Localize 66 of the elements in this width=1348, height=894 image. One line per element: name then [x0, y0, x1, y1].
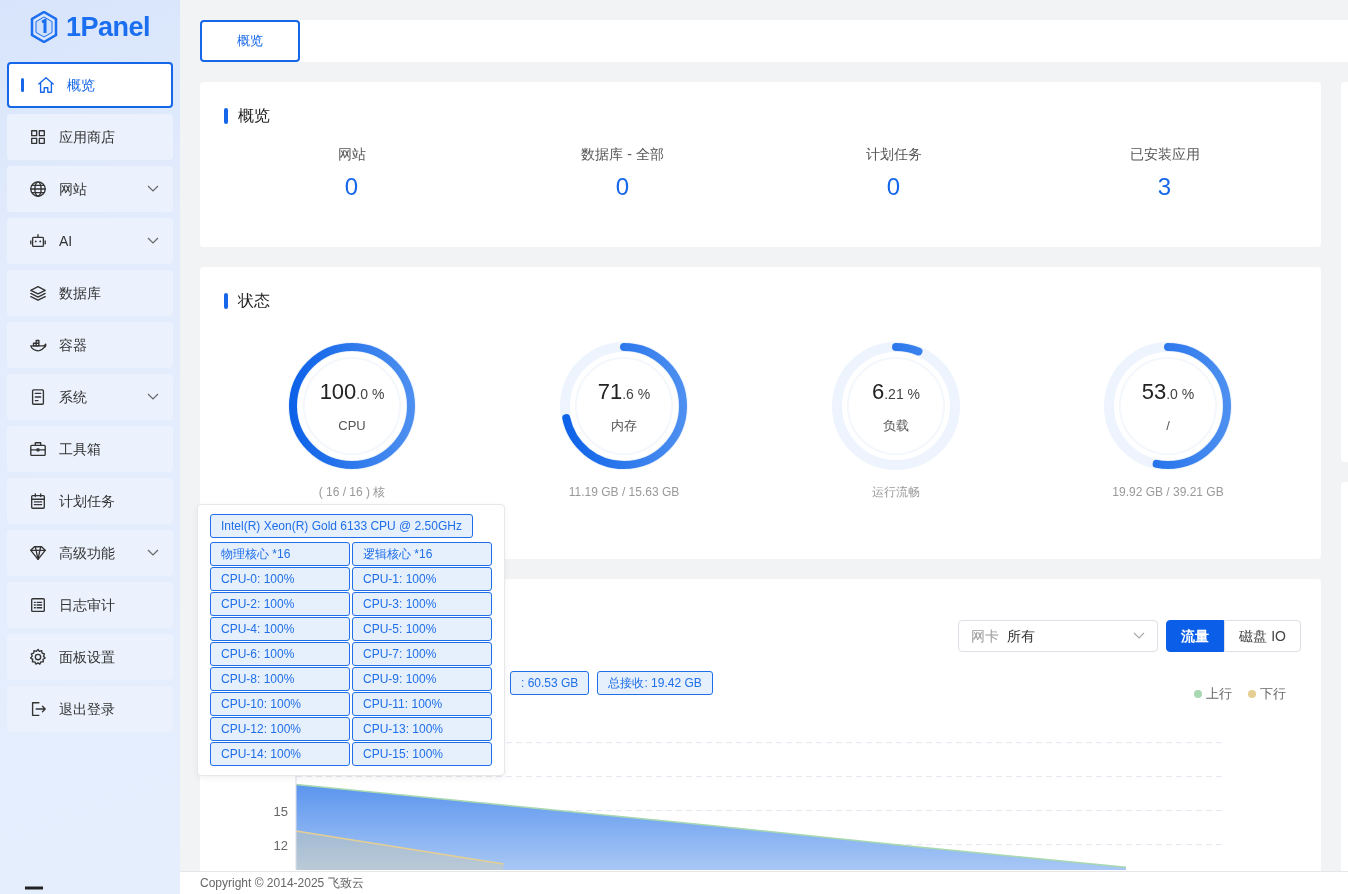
stat-value[interactable]: 0	[344, 169, 359, 205]
cpu-core-tag: CPU-10: 100%	[210, 692, 350, 716]
cpu-core-tag: CPU-12: 100%	[210, 717, 350, 741]
gauge-label: 内存	[610, 417, 638, 435]
legend-label[interactable]: 下行	[1260, 684, 1286, 704]
gauge-value: 71.6 %	[597, 378, 651, 406]
stat-value[interactable]: 0	[615, 169, 630, 205]
gauge-detail: ( 16 / 16 ) 核	[318, 484, 386, 501]
logo-text: 1Panel	[65, 10, 151, 44]
section-title: 概览	[238, 106, 270, 126]
nic-select[interactable]: 网卡 所有	[958, 620, 1159, 652]
sidebar-item[interactable]: 退出登录	[7, 686, 173, 732]
section-title: 状态	[238, 291, 270, 311]
gauge-label: /	[1165, 417, 1171, 435]
cpu-core-tag: CPU-5: 100%	[352, 617, 492, 641]
sidebar-item[interactable]: 计划任务	[7, 478, 173, 524]
sidebar-item[interactable]: 容器	[7, 322, 173, 368]
cpu-core-tag: CPU-2: 100%	[210, 592, 350, 616]
cpu-core-tag: CPU-14: 100%	[210, 742, 350, 766]
stat-value[interactable]: 3	[1157, 169, 1172, 205]
gauge-label: 负载	[882, 417, 910, 435]
sidebar-item[interactable]: 高级功能	[7, 530, 173, 576]
total-tag: : 60.53 GB	[510, 671, 590, 695]
gauge-value: 53.0 %	[1141, 378, 1195, 406]
cpu-core-tag: 逻辑核心 *16	[352, 542, 492, 566]
stat-label: 已安装应用	[1129, 145, 1200, 164]
gauge-detail: 11.19 GB / 15.63 GB	[568, 484, 680, 501]
cpu-core-tag: CPU-11: 100%	[352, 692, 492, 716]
gauge-value: 100.0 %	[319, 378, 385, 406]
cpu-core-tag: CPU-7: 100%	[352, 642, 492, 666]
stat-label: 网站	[337, 145, 366, 164]
copyright-text: Copyright © 2014-2025 飞致云	[180, 871, 1348, 894]
cpu-core-tag: CPU-0: 100%	[210, 567, 350, 591]
cpu-core-tag: 物理核心 *16	[210, 542, 350, 566]
sidebar-item[interactable]: 日志审计	[7, 582, 173, 628]
stat-label: 计划任务	[865, 145, 922, 164]
sidebar-item[interactable]: 系统	[7, 374, 173, 420]
cpu-core-tag: CPU-8: 100%	[210, 667, 350, 691]
sidebar-item[interactable]: AI	[7, 218, 173, 264]
cpu-core-tag: CPU-3: 100%	[352, 592, 492, 616]
stat-value[interactable]: 0	[886, 169, 901, 205]
toggle-button[interactable]: 磁盘 IO	[1224, 620, 1301, 652]
legend-label[interactable]: 上行	[1206, 684, 1232, 704]
cpu-core-tag: CPU-13: 100%	[352, 717, 492, 741]
cpu-core-tag: CPU-6: 100%	[210, 642, 350, 666]
gauge-detail: 运行流畅	[872, 484, 920, 501]
axis-tick-label: 15	[273, 803, 289, 819]
gauge-detail: 19.92 GB / 39.21 GB	[1112, 484, 1224, 501]
gauge-label: CPU	[337, 417, 367, 435]
cpu-core-tag: CPU-4: 100%	[210, 617, 350, 641]
sidebar-item[interactable]: 概览	[7, 62, 173, 108]
toggle-button[interactable]: 流量	[1166, 620, 1225, 652]
sidebar-item[interactable]: 数据库	[7, 270, 173, 316]
cpu-core-tag: CPU-9: 100%	[352, 667, 492, 691]
tab[interactable]: 概览	[200, 20, 300, 62]
axis-tick-label: 12	[273, 837, 289, 853]
cpu-core-tag: CPU-1: 100%	[352, 567, 492, 591]
sidebar-item[interactable]: 网站	[7, 166, 173, 212]
cpu-core-tag: CPU-15: 100%	[352, 742, 492, 766]
cpu-model-tag: Intel(R) Xeon(R) Gold 6133 CPU @ 2.50GHz	[210, 514, 473, 538]
sidebar-item[interactable]: 应用商店	[7, 114, 173, 160]
gauge-value: 6.21 %	[871, 378, 921, 406]
total-tag: 总接收: 19.42 GB	[597, 671, 713, 695]
sidebar-item[interactable]: 工具箱	[7, 426, 173, 472]
sidebar-item[interactable]: 面板设置	[7, 634, 173, 680]
stat-label: 数据库 - 全部	[581, 145, 664, 164]
